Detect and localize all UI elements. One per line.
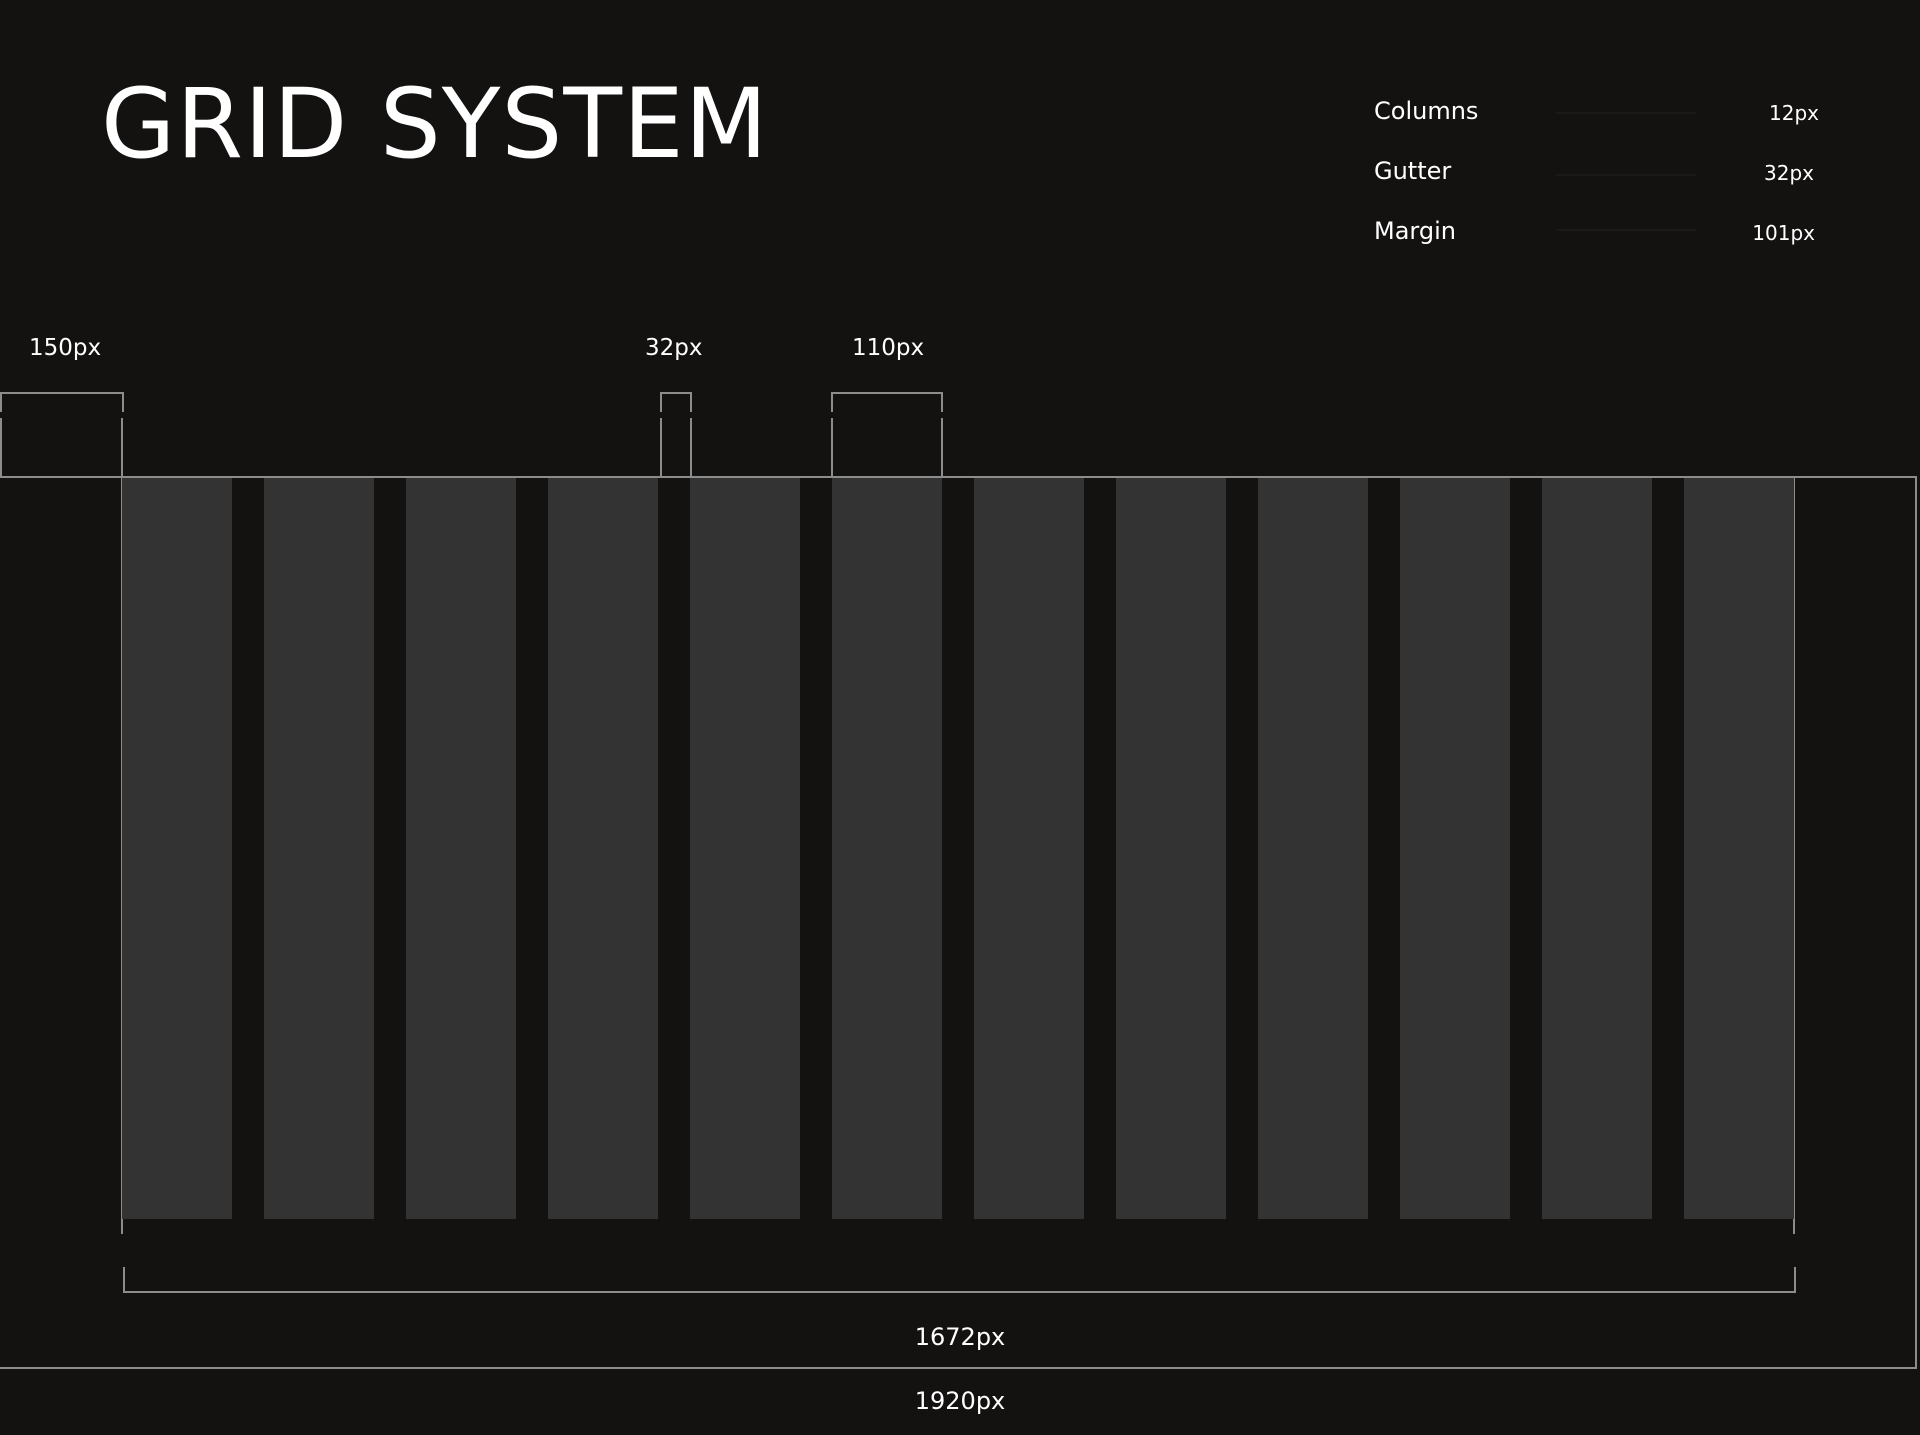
column-dimension-label: 110px (852, 335, 925, 361)
gutter-extension-line-left (660, 418, 662, 476)
spec-value-gutter: 32px (1764, 161, 1814, 185)
margin-extension-line-right (121, 418, 123, 476)
column-bracket (831, 392, 943, 412)
grid-column (122, 478, 232, 1219)
gutter-dimension-label: 32px (645, 335, 703, 361)
column-extension-line-left (831, 418, 833, 476)
grid-columns (122, 478, 1794, 1219)
content-width-label: 1672px (914, 1323, 1006, 1351)
grid-column (1258, 478, 1368, 1219)
spec-value-columns: 12px (1769, 101, 1819, 125)
spec-label-margin: Margin (1374, 217, 1456, 245)
gutter-extension-line-right (690, 418, 692, 476)
grid-column (1542, 478, 1652, 1219)
grid-column (1400, 478, 1510, 1219)
grid-column (974, 478, 1084, 1219)
grid-column (1116, 478, 1226, 1219)
grid-column (1684, 478, 1794, 1219)
page-title: GRID SYSTEM (101, 68, 769, 180)
spec-divider (1556, 229, 1696, 231)
grid-column (832, 478, 942, 1219)
column-extension-line-right (941, 418, 943, 476)
margin-extension-line-left (0, 418, 2, 476)
spec-label-columns: Columns (1374, 97, 1479, 125)
gutter-bracket (660, 392, 692, 412)
content-width-bracket (123, 1267, 1796, 1293)
margin-dimension-label: 150px (29, 335, 102, 361)
grid-column (406, 478, 516, 1219)
grid-column (264, 478, 374, 1219)
page-width-label: 1920px (914, 1387, 1006, 1415)
grid-column (548, 478, 658, 1219)
spec-divider (1556, 174, 1696, 176)
spec-divider (1556, 112, 1696, 114)
grid-column (690, 478, 800, 1219)
spec-value-margin: 101px (1752, 221, 1815, 245)
margin-bracket (0, 392, 124, 412)
spec-label-gutter: Gutter (1374, 157, 1452, 185)
